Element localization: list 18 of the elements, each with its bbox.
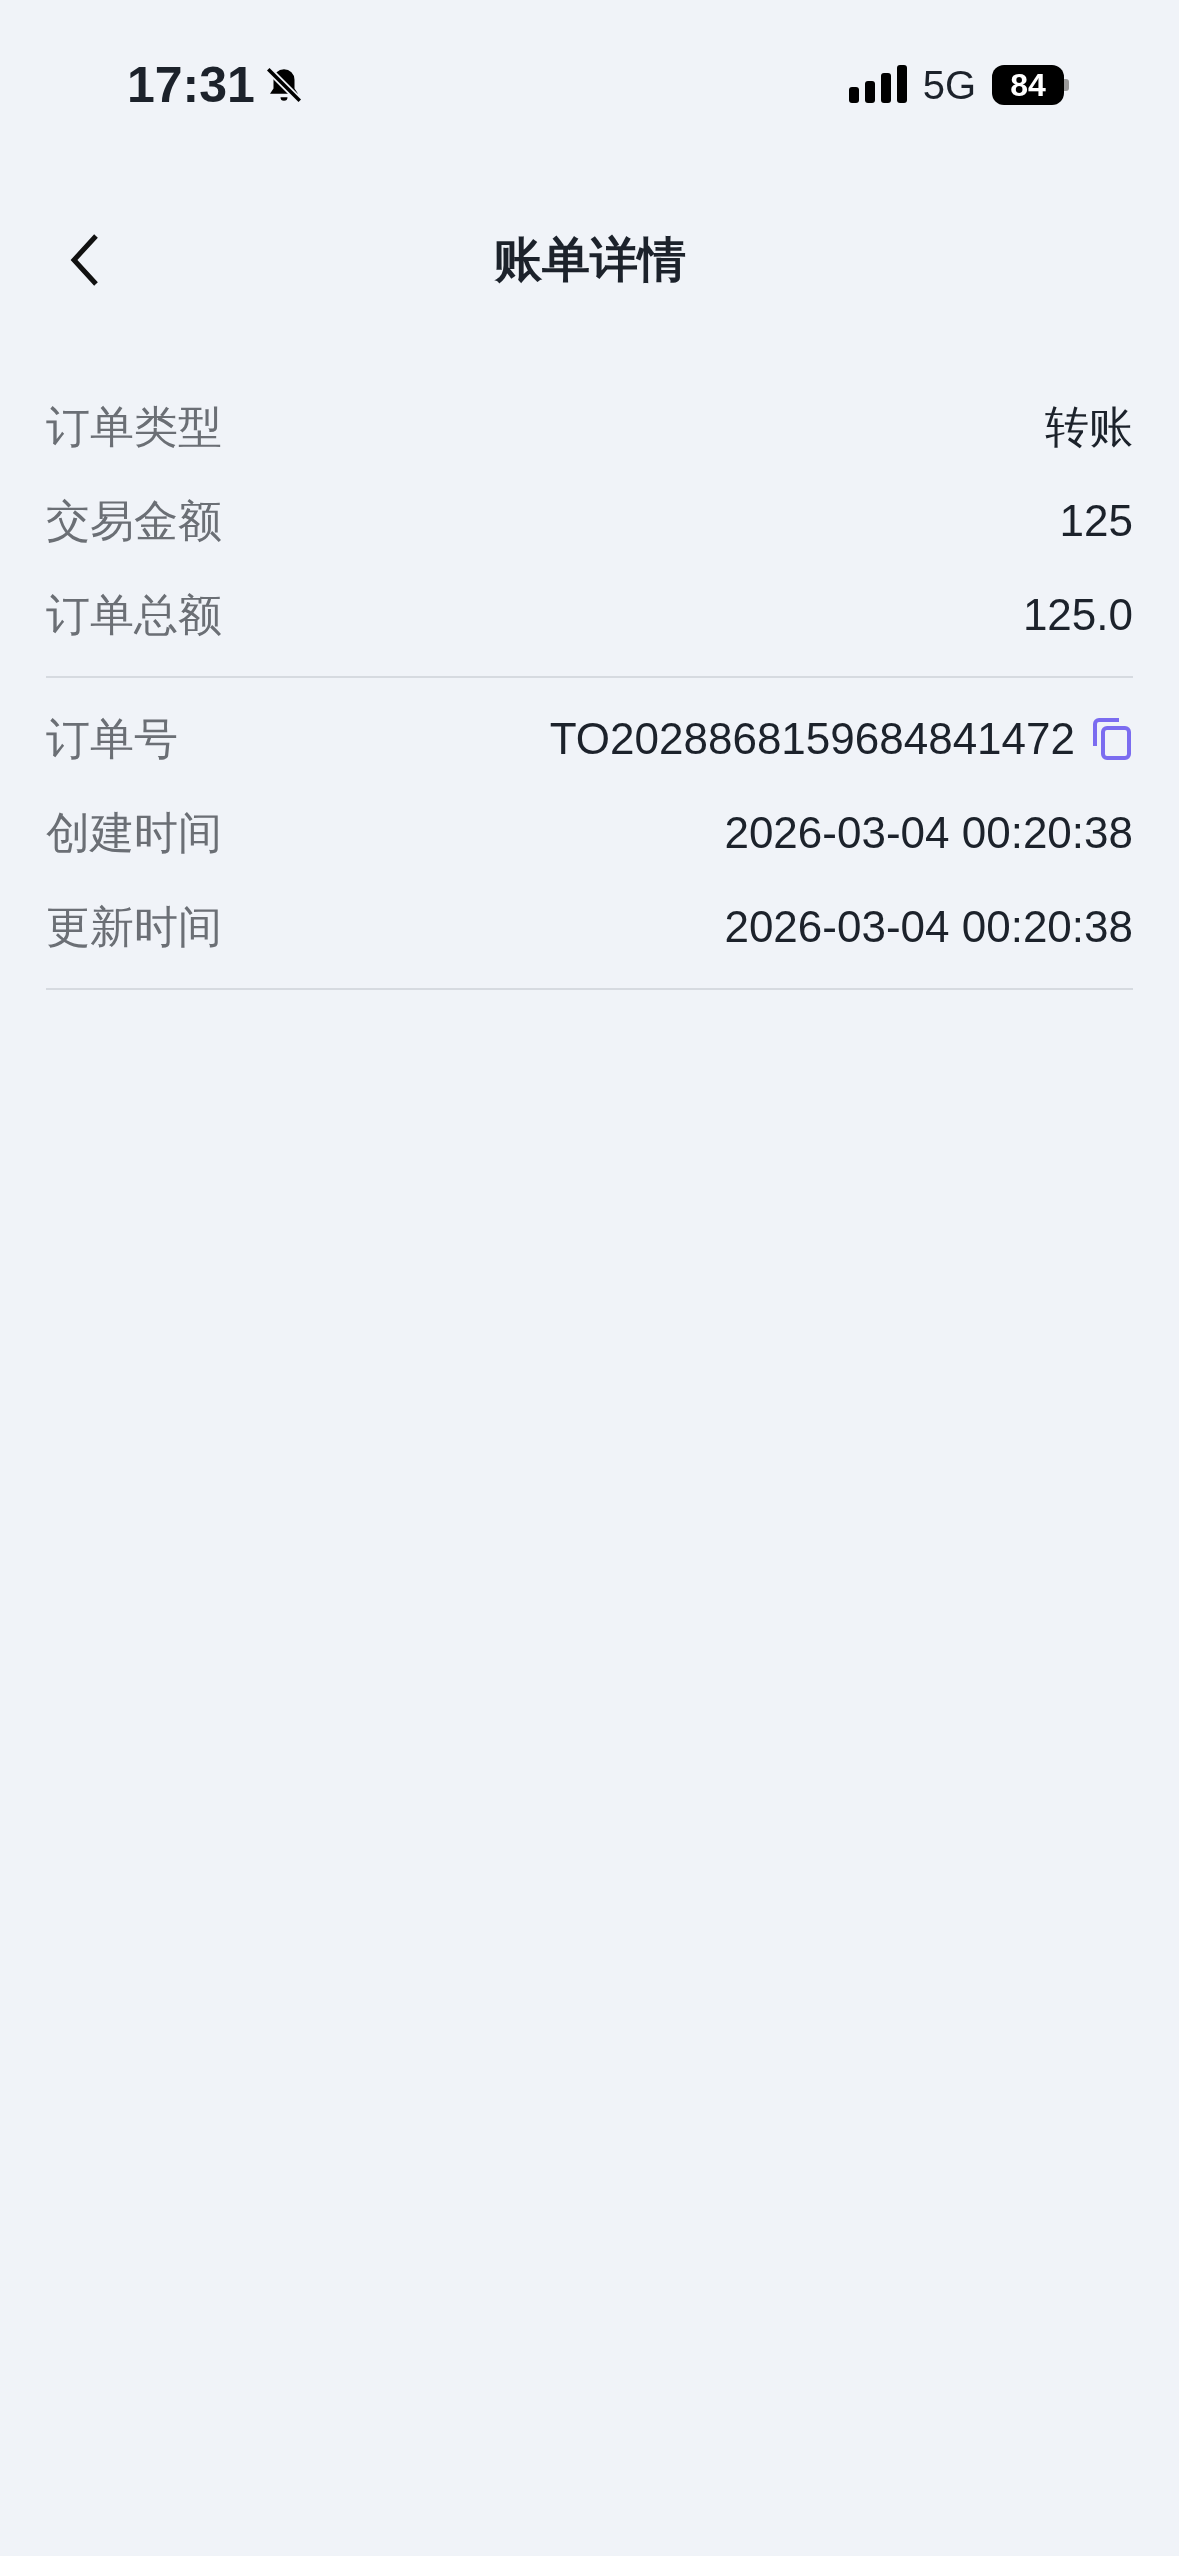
field-label: 订单号 <box>46 713 178 765</box>
status-time: 17:31 <box>127 55 255 115</box>
back-chevron-icon <box>68 232 100 288</box>
page-title: 账单详情 <box>493 232 686 288</box>
field-value: 125 <box>1059 495 1133 547</box>
field-value: 125.0 <box>1022 589 1133 641</box>
field-value: TO2028868159684841472 <box>549 713 1075 765</box>
field-label: 订单总额 <box>46 589 222 641</box>
field-label: 更新时间 <box>46 901 222 953</box>
field-label: 订单类型 <box>46 401 222 453</box>
field-label: 创建时间 <box>46 807 222 859</box>
signal-icon <box>848 65 907 105</box>
network-label: 5G <box>922 62 976 109</box>
field-value: 2026-03-04 00:20:38 <box>724 901 1133 953</box>
field-value: 2026-03-04 00:20:38 <box>724 807 1133 859</box>
field-label: 交易金额 <box>46 495 222 547</box>
copy-icon[interactable] <box>1091 716 1133 762</box>
field-value: 转账 <box>1045 401 1133 453</box>
